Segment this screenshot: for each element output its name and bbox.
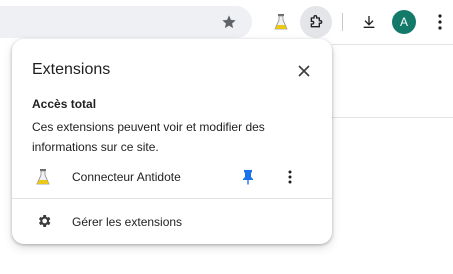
- avatar[interactable]: A: [392, 10, 416, 34]
- page-divider: [332, 44, 453, 45]
- flask-icon: [36, 168, 50, 191]
- extensions-popup: Extensions Accès total Ces extensions pe…: [12, 39, 332, 244]
- toolbar-separator: [342, 13, 343, 31]
- extension-name: Connecteur Antidote: [72, 170, 181, 184]
- close-icon[interactable]: [292, 59, 316, 83]
- flask-icon[interactable]: [267, 8, 295, 36]
- extension-row[interactable]: Connecteur Antidote: [12, 163, 332, 191]
- pin-icon[interactable]: [236, 165, 260, 189]
- more-vert-icon[interactable]: [278, 165, 302, 189]
- star-icon[interactable]: [215, 8, 243, 36]
- gear-icon: [36, 213, 52, 234]
- browser-toolbar: A: [0, 0, 453, 44]
- download-icon[interactable]: [355, 8, 383, 36]
- puzzle-icon[interactable]: [300, 6, 332, 38]
- section-description: Ces extensions peuvent voir et modifier …: [32, 120, 265, 154]
- page-divider: [332, 117, 453, 118]
- more-vert-icon[interactable]: [426, 8, 453, 36]
- section-title: Accès total: [32, 97, 97, 111]
- divider: [12, 198, 332, 199]
- manage-extensions-label: Gérer les extensions: [72, 215, 183, 229]
- manage-extensions-button[interactable]: Gérer les extensions: [12, 208, 332, 236]
- popup-title: Extensions: [32, 61, 111, 78]
